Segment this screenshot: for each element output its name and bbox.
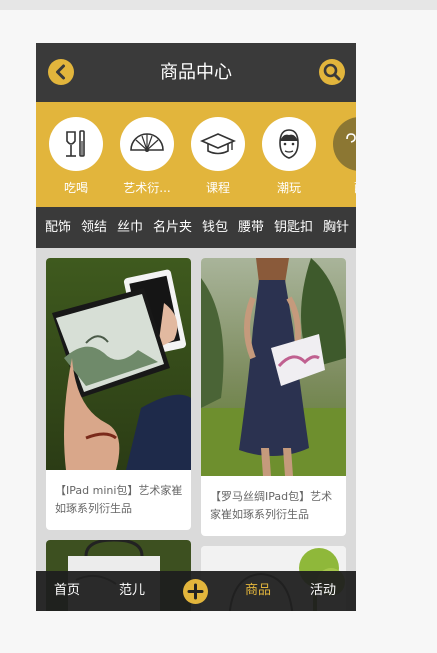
page-title: 商品中心 (160, 62, 232, 83)
back-button[interactable] (48, 59, 74, 85)
category-circle (120, 117, 174, 171)
app-screen: 商品中心 吃喝 艺术衍... 课程 潮玩 配饰 领结 丝巾 名片夹 钱包 腰带 … (36, 43, 356, 611)
product-card[interactable]: 【IPad mini包】艺术家崔如琢系列衍生品 (46, 258, 191, 530)
product-image (46, 258, 191, 470)
tab-events[interactable]: 活动 (310, 571, 336, 611)
category-item-trendy-toys[interactable]: 潮玩 (254, 117, 324, 196)
add-button[interactable] (183, 579, 208, 604)
subnav-item-brooch[interactable]: 胸针 (323, 207, 349, 248)
category-item-courses[interactable]: 课程 (183, 117, 253, 196)
product-image (201, 258, 346, 476)
category-item-drinks[interactable]: 吃喝 (41, 117, 111, 196)
search-button[interactable] (319, 59, 345, 85)
category-label: 吃喝 (63, 181, 88, 195)
category-item-art[interactable]: 艺术衍... (112, 117, 182, 196)
product-caption: 【罗马丝绸IPad包】艺术家崔如琢系列衍生品 (210, 490, 333, 521)
subnav-item-card-holder[interactable]: 名片夹 (153, 207, 192, 248)
subnav-item-accessories[interactable]: 配饰 (45, 207, 71, 248)
category-label: 课程 (205, 181, 230, 195)
subnav-item-bowtie[interactable]: 领结 (81, 207, 107, 248)
subnav-item-scarf[interactable]: 丝巾 (117, 207, 143, 248)
category-circle (262, 117, 316, 171)
bottom-tab-bar: 首页 范儿 商品 活动 (36, 571, 356, 611)
subcategory-nav: 配饰 领结 丝巾 名片夹 钱包 腰带 钥匙扣 胸针 (36, 207, 356, 248)
wine-glass-icon (66, 130, 85, 157)
hanger-icon (346, 133, 356, 143)
category-label: 配 (325, 179, 356, 196)
tab-products[interactable]: 商品 (245, 571, 271, 611)
subnav-item-keychain[interactable]: 钥匙扣 (274, 207, 313, 248)
category-item-accessories[interactable]: 配 (325, 117, 356, 196)
browser-top-strip (0, 0, 437, 10)
product-caption: 【IPad mini包】艺术家崔如琢系列衍生品 (55, 484, 183, 515)
tab-home[interactable]: 首页 (54, 571, 80, 611)
category-circle (333, 117, 356, 171)
category-label: 艺术衍... (123, 181, 171, 195)
category-circle (191, 117, 245, 171)
category-circle (49, 117, 103, 171)
subnav-item-belt[interactable]: 腰带 (238, 207, 264, 248)
subnav-item-wallet[interactable]: 钱包 (202, 207, 228, 248)
plus-icon (187, 583, 204, 600)
app-header: 商品中心 (36, 43, 356, 102)
category-label: 潮玩 (276, 181, 301, 195)
category-carousel: 吃喝 艺术衍... 课程 潮玩 (36, 102, 356, 207)
product-card[interactable]: 【罗马丝绸IPad包】艺术家崔如琢系列衍生品 (201, 258, 346, 536)
folding-fan-icon (130, 133, 164, 152)
graduation-cap-icon (200, 133, 236, 155)
search-icon (323, 63, 341, 81)
face-icon (279, 129, 299, 159)
chevron-left-icon (56, 64, 65, 80)
tab-style[interactable]: 范儿 (119, 571, 145, 611)
